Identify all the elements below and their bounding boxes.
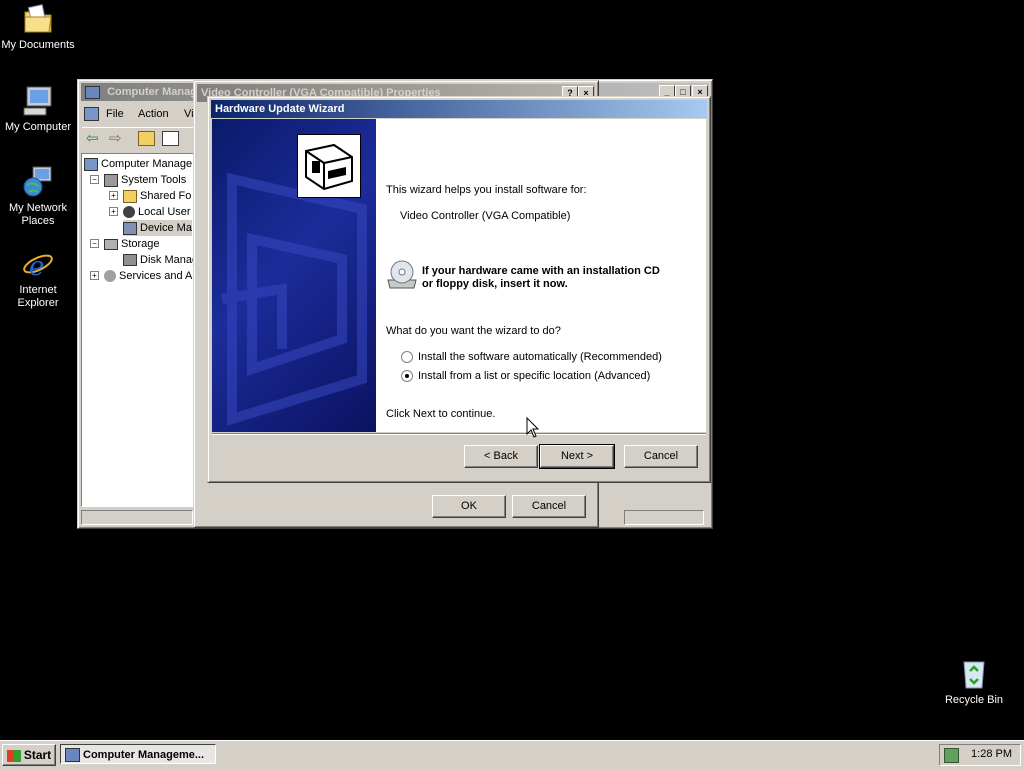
clock[interactable]: 1:28 PM (971, 748, 1012, 760)
radio-install-automatically[interactable] (401, 351, 413, 363)
wizard-titlebar[interactable]: Hardware Update Wizard (211, 100, 707, 118)
desktop-icon-my-computer[interactable]: My Computer (0, 84, 76, 134)
computer-management-task-icon (65, 748, 80, 762)
wizard-intro-text: This wizard helps you install software f… (386, 184, 587, 196)
taskbar-button-computer-management[interactable]: Computer Manageme... (60, 744, 216, 764)
expand-shared-folders-icon[interactable]: + (109, 191, 118, 200)
desktop-icon-label-line2: Explorer (17, 297, 59, 309)
tree-item-computer-management[interactable]: Computer Manage (84, 156, 192, 172)
hardware-card-icon (298, 135, 360, 197)
start-button[interactable]: Start (2, 744, 56, 766)
desktop-icon-label: Recycle Bin (944, 694, 1004, 706)
computer-management-icon (84, 157, 98, 171)
system-tray: 1:28 PM (939, 744, 1021, 766)
internet-explorer-icon: e (21, 247, 55, 282)
computer-icon (21, 84, 55, 118)
cd-disk-icon (386, 258, 418, 290)
desktop-icon-label: My Computer (4, 121, 72, 133)
folder-documents-icon (21, 2, 55, 36)
menu-action[interactable]: Action (138, 108, 169, 120)
tree-item-label: Computer Manage (101, 158, 193, 170)
desktop-icon-my-network-places[interactable]: My Network Places (0, 165, 76, 228)
wizard-question: What do you want the wizard to do? (386, 325, 561, 337)
tree-item-label: Local User (138, 206, 191, 218)
taskbar-button-label: Computer Manageme... (83, 749, 205, 761)
wizard-continue-text: Click Next to continue. (386, 408, 496, 420)
forward-arrow-icon[interactable]: ⇨ (109, 131, 122, 146)
tree-item-system-tools[interactable]: System Tools (104, 172, 186, 188)
windows-logo-icon (6, 749, 21, 762)
device-manager-icon (123, 221, 137, 235)
radio-install-from-list[interactable] (401, 370, 413, 382)
network-tray-icon[interactable] (944, 748, 959, 763)
desktop-icon-recycle-bin[interactable]: Recycle Bin (936, 657, 1012, 707)
tree-item-label: System Tools (121, 174, 187, 186)
tree-item-label: Disk Manag (140, 254, 199, 266)
status-pane-2 (624, 510, 704, 525)
tree-item-label: Shared Fo (140, 190, 192, 202)
network-globe-icon (21, 165, 55, 199)
expand-services-icon[interactable]: + (90, 271, 99, 280)
recycle-bin-icon (957, 657, 991, 691)
desktop-icon-label-line1: Internet (19, 284, 57, 296)
desktop-icon-internet-explorer[interactable]: e Internet Explorer (0, 247, 76, 310)
mmc-app-icon (85, 85, 100, 99)
users-icon (123, 206, 135, 219)
tree-pane[interactable]: Computer Manage − System Tools + Shared … (81, 153, 198, 507)
wizard-back-button[interactable]: < Back (464, 445, 538, 468)
services-gear-icon (104, 270, 116, 283)
disk-management-icon (123, 254, 137, 267)
hardware-update-wizard[interactable]: Hardware Update Wizard This wizard helps… (207, 96, 711, 483)
wizard-next-button[interactable]: Next > (539, 444, 615, 469)
tree-item-device-manager[interactable]: Device Ma (123, 220, 192, 236)
console-menu-icon[interactable] (84, 107, 99, 121)
svg-text:e: e (29, 252, 44, 281)
desktop-icon-label: My Documents (1, 39, 75, 51)
back-arrow-icon[interactable]: ⇦ (86, 131, 99, 146)
show-hide-tree-icon[interactable] (162, 131, 179, 146)
expand-local-users-icon[interactable]: + (109, 207, 118, 216)
taskbar: Start Computer Manageme... 1:28 PM (0, 740, 1024, 769)
wizard-side-banner (212, 119, 376, 432)
shared-folder-icon (123, 189, 137, 203)
tree-item-storage[interactable]: Storage (104, 236, 160, 252)
tree-item-label: Device Ma (140, 222, 192, 234)
tree-item-label: Storage (121, 238, 160, 250)
desktop-icon-label-line1: My Network (8, 202, 68, 214)
tree-item-shared-folders[interactable]: Shared Fo (123, 188, 191, 204)
wizard-body: This wizard helps you install software f… (212, 119, 706, 432)
option-install-automatically-label[interactable]: Install the software automatically (Reco… (418, 351, 662, 363)
up-folder-icon[interactable] (138, 131, 155, 146)
wizard-separator (212, 433, 706, 435)
wizard-title: Hardware Update Wizard (215, 103, 345, 115)
window-title: Computer Manag (107, 86, 197, 98)
cd-hint-line2: or floppy disk, insert it now. (422, 278, 568, 290)
system-tools-icon (104, 173, 118, 187)
status-pane-1 (81, 510, 193, 525)
tree-item-local-users[interactable]: Local User (123, 204, 191, 220)
tree-item-services-and-applications[interactable]: Services and A (104, 268, 192, 284)
tree-item-label: Services and A (119, 270, 193, 282)
storage-icon (104, 238, 118, 250)
properties-cancel-button[interactable]: Cancel (512, 495, 586, 518)
properties-ok-button[interactable]: OK (432, 495, 506, 518)
wizard-cancel-button[interactable]: Cancel (624, 445, 698, 468)
collapse-system-tools-icon[interactable]: − (90, 175, 99, 184)
wizard-device-name: Video Controller (VGA Compatible) (400, 210, 571, 222)
tree-item-disk-management[interactable]: Disk Manag (123, 252, 198, 268)
collapse-storage-icon[interactable]: − (90, 239, 99, 248)
option-install-from-list-label[interactable]: Install from a list or specific location… (418, 370, 650, 382)
menu-file[interactable]: File (106, 108, 124, 120)
start-label: Start (23, 748, 52, 762)
desktop-icon-my-documents[interactable]: My Documents (0, 2, 76, 52)
desktop-icon-label-line2: Places (21, 215, 55, 227)
cd-hint-line1: If your hardware came with an installati… (422, 265, 660, 277)
mouse-cursor-icon (526, 416, 540, 442)
